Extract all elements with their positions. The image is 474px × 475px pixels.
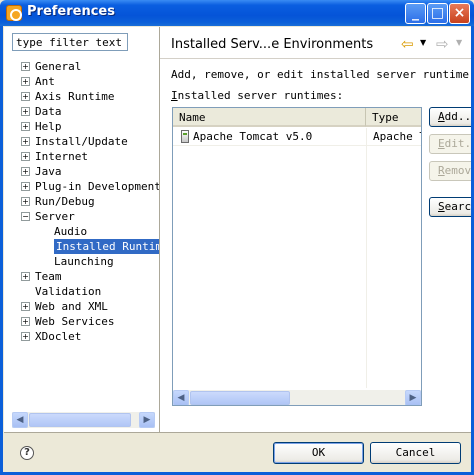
scroll-right-arrow-icon[interactable]: ▶	[139, 412, 155, 428]
column-header-name[interactable]: Name	[173, 108, 366, 127]
tree-horizontal-scrollbar[interactable]: ◀ ▶	[12, 412, 155, 428]
window-title: Preferences	[27, 4, 115, 19]
tree-item[interactable]: Launching	[4, 254, 159, 269]
forward-dropdown-icon: ▼	[456, 38, 463, 47]
expand-icon[interactable]: +	[21, 92, 30, 101]
expand-icon[interactable]: +	[21, 137, 30, 146]
cancel-button[interactable]: Cancel	[370, 442, 461, 464]
expand-icon[interactable]: +	[21, 122, 30, 131]
runtime-name-cell: Apache Tomcat v5.0	[193, 130, 313, 143]
maximize-button[interactable]: □	[427, 3, 448, 24]
tree-item-label: XDoclet	[35, 330, 82, 343]
tree-item-label: General	[35, 60, 82, 73]
scroll-left-arrow-icon[interactable]: ◀	[12, 412, 28, 428]
tree-item[interactable]: + General	[4, 59, 159, 74]
scroll-left-arrow-icon[interactable]: ◀	[173, 390, 189, 405]
tree-item-label: Server	[35, 210, 75, 223]
scrollbar-thumb[interactable]	[29, 413, 131, 427]
dialog-separator	[4, 432, 471, 433]
tree-item-label: Launching	[54, 255, 114, 268]
page-description: Add, remove, or edit installed server ru…	[171, 68, 471, 81]
table-horizontal-scrollbar[interactable]: ◀ ▶	[173, 390, 421, 405]
preference-page: Installed Serv...e Environments ⇦ ▼ ⇨ ▼ …	[160, 27, 471, 432]
column-divider	[366, 128, 367, 388]
ok-button[interactable]: OK	[273, 442, 364, 464]
column-header-type[interactable]: Type	[366, 108, 421, 127]
tree-item[interactable]: − Server	[4, 209, 159, 224]
tree-item[interactable]: + Web and XML	[4, 299, 159, 314]
expand-icon[interactable]: +	[21, 62, 30, 71]
preference-tree: + General + Ant + Axis Runtime + Data + Help + Inst…	[4, 59, 178, 344]
runtimes-table[interactable]: Name Type Apache Tomcat v5.0 Apache Tomc…	[172, 107, 422, 406]
tree-item[interactable]: + Web Services	[4, 314, 159, 329]
tree-item[interactable]: + Help	[4, 119, 159, 134]
search-button[interactable]: Search...	[429, 197, 471, 217]
filter-input[interactable]	[12, 33, 128, 51]
tree-item[interactable]: + Team	[4, 269, 159, 284]
tree-item[interactable]: + Run/Debug	[4, 194, 159, 209]
tree-item[interactable]: Audio	[4, 224, 159, 239]
expand-icon[interactable]: +	[21, 317, 30, 326]
edit-button[interactable]: Edit...	[429, 134, 471, 154]
expand-icon[interactable]: +	[21, 332, 30, 341]
back-arrow-icon[interactable]: ⇦	[401, 35, 414, 53]
server-runtime-icon	[181, 130, 189, 143]
tree-item-label: Team	[35, 270, 62, 283]
tree-item[interactable]: + Internet	[4, 149, 159, 164]
minimize-button[interactable]: _	[405, 3, 426, 24]
help-icon[interactable]: ?	[20, 446, 34, 460]
tree-item-label: Plug-in Development	[35, 180, 161, 193]
expand-icon[interactable]: +	[21, 77, 30, 86]
tree-item-label: Audio	[54, 225, 88, 238]
expand-icon[interactable]: +	[21, 272, 30, 281]
tree-item-label: Internet	[35, 150, 88, 163]
tree-item-label: Run/Debug	[35, 195, 95, 208]
tree-item[interactable]: Validation	[4, 284, 159, 299]
preference-tree-pane: + General + Ant + Axis Runtime + Data + Help + Inst…	[4, 27, 178, 432]
collapse-icon[interactable]: −	[21, 212, 30, 221]
tree-item[interactable]: + Java	[4, 164, 159, 179]
back-dropdown-icon[interactable]: ▼	[420, 38, 426, 47]
forward-arrow-icon: ⇨	[436, 35, 449, 53]
tree-item[interactable]: Installed Runtimes	[4, 239, 178, 254]
tree-item[interactable]: + Ant	[4, 74, 159, 89]
title-separator	[160, 58, 471, 59]
tree-item-label: Web Services	[35, 315, 115, 328]
expand-icon[interactable]: +	[21, 197, 30, 206]
tree-item-label: Java	[35, 165, 62, 178]
runtimes-list-label: Installed server runtimes:	[171, 89, 344, 102]
tree-item-label: Validation	[35, 285, 102, 298]
tree-item-label: Data	[35, 105, 62, 118]
scroll-right-arrow-icon[interactable]: ▶	[405, 390, 421, 405]
page-title: Installed Serv...e Environments	[171, 37, 374, 52]
expand-icon[interactable]: +	[21, 107, 30, 116]
tree-item-label: Axis Runtime	[35, 90, 115, 103]
expand-icon[interactable]: +	[21, 152, 30, 161]
scrollbar-thumb[interactable]	[190, 391, 290, 405]
table-row[interactable]: Apache Tomcat v5.0 Apache Tomcat v5.0	[173, 128, 421, 146]
remove-button[interactable]: Remove	[429, 161, 471, 181]
tree-item[interactable]: + Data	[4, 104, 159, 119]
eclipse-icon	[6, 5, 22, 21]
expand-icon[interactable]: +	[21, 302, 30, 311]
tree-item-label: Ant	[35, 75, 55, 88]
tree-item-label: Web and XML	[35, 300, 108, 313]
expand-icon[interactable]: +	[21, 182, 30, 191]
tree-item[interactable]: + Install/Update	[4, 134, 159, 149]
add-button[interactable]: Add...	[429, 107, 471, 127]
expand-icon[interactable]: +	[21, 167, 30, 176]
tree-item[interactable]: + XDoclet	[4, 329, 159, 344]
tree-item-label: Install/Update	[35, 135, 128, 148]
title-bar[interactable]: Preferences _ □ ×	[0, 0, 474, 26]
tree-item-label: Help	[35, 120, 62, 133]
runtime-type-cell: Apache Tomcat v5.0	[373, 130, 421, 143]
tree-item[interactable]: + Plug-in Development	[4, 179, 161, 194]
tree-item[interactable]: + Axis Runtime	[4, 89, 159, 104]
close-button[interactable]: ×	[449, 3, 470, 24]
